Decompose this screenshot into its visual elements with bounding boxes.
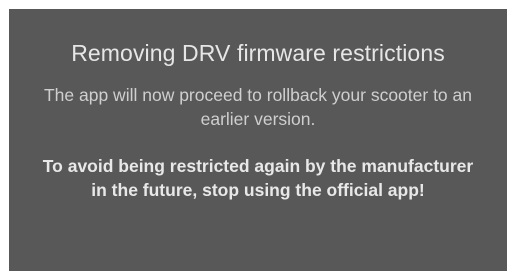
firmware-dialog: Removing DRV firmware restrictions The a… (9, 9, 507, 271)
dialog-warning: To avoid being restricted again by the m… (42, 156, 474, 200)
dialog-message: The app will now proceed to rollback you… (43, 85, 472, 129)
dialog-title: Removing DRV firmware restrictions (71, 40, 445, 66)
